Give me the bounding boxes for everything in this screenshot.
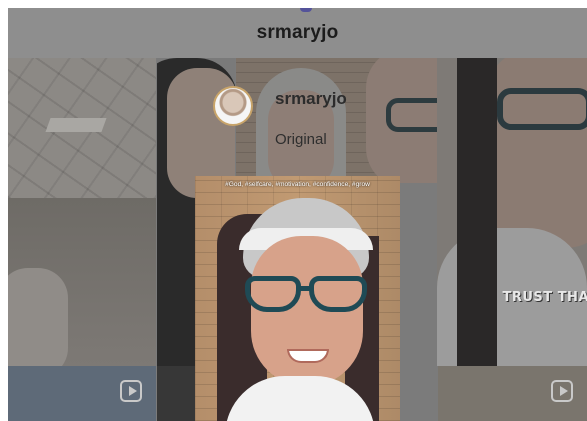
video-caption: #God, #selfcare, #motivation, #confidenc… bbox=[225, 181, 370, 188]
grid-post-3[interactable] bbox=[236, 58, 450, 183]
avatar[interactable] bbox=[213, 86, 253, 126]
profile-username[interactable]: srmaryjo bbox=[275, 89, 347, 109]
post-overlay-text: TRUST THA bbox=[502, 290, 587, 305]
grid-post-7[interactable] bbox=[438, 366, 587, 421]
reel-icon bbox=[551, 380, 573, 402]
reel-icon bbox=[120, 380, 142, 402]
glasses-left bbox=[245, 276, 301, 312]
grid-post-5[interactable] bbox=[8, 366, 156, 421]
app-frame: TRUST THA srmaryjo srmaryjo Original #Go… bbox=[8, 8, 587, 421]
profile-card[interactable]: srmaryjo Original bbox=[213, 86, 347, 148]
grid-post-1[interactable] bbox=[8, 58, 156, 366]
reel-video-preview[interactable]: #God, #selfcare, #motivation, #confidenc… bbox=[195, 176, 400, 421]
glasses-right bbox=[309, 276, 367, 312]
grid-post-4[interactable]: TRUST THA bbox=[437, 58, 587, 366]
profile-header: srmaryjo bbox=[8, 8, 587, 58]
page-title: srmaryjo bbox=[256, 22, 339, 43]
audio-label[interactable]: Original bbox=[275, 131, 327, 148]
